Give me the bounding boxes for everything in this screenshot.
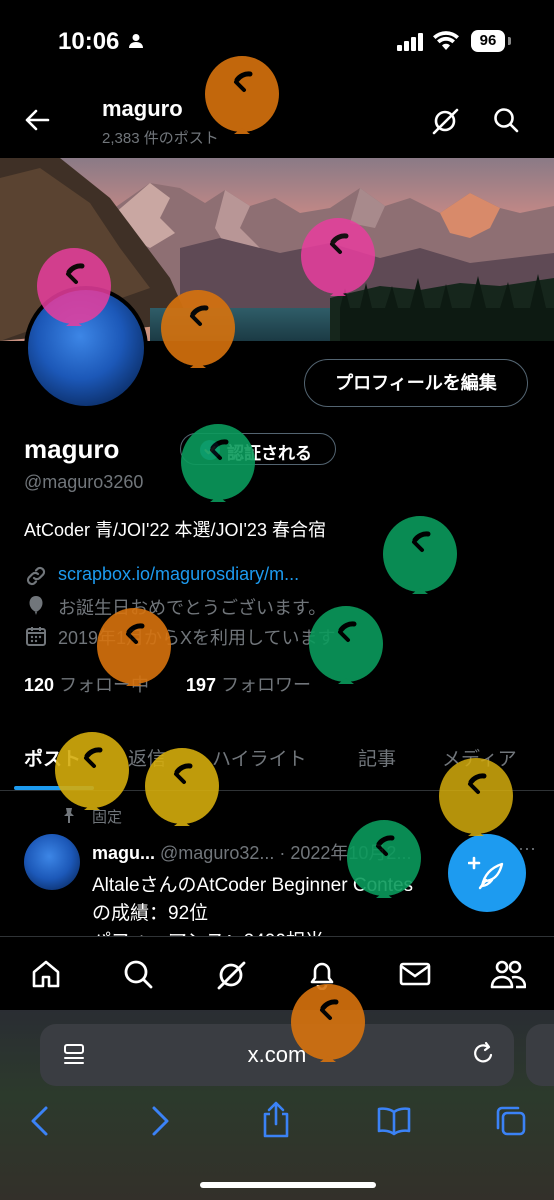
signal-icon: [397, 33, 423, 51]
followers-count: 197: [186, 675, 217, 695]
balloon-decoration: [383, 516, 457, 594]
profile-link[interactable]: scrapbox.io/magurosdiary/m...: [58, 564, 299, 585]
header-post-count: 2,383 件のポスト: [102, 130, 219, 147]
birthday-row: お誕生日おめでとうございます。: [24, 594, 326, 623]
post-text-line: の成績：92位: [92, 903, 209, 924]
search-icon[interactable]: [492, 106, 520, 134]
profile-bio: AtCoder 青/JOI'22 本選/JOI'23 春合宿: [24, 520, 326, 540]
grok-icon[interactable]: [214, 958, 248, 992]
next-tab-peek[interactable]: [526, 1024, 554, 1086]
bookmarks-icon[interactable]: [376, 1106, 412, 1136]
balloon-decoration: [291, 984, 365, 1062]
back-arrow-icon[interactable]: [24, 108, 50, 132]
balloon-decoration: [161, 290, 235, 368]
home-indicator: [200, 1182, 376, 1188]
balloon-decoration: [55, 732, 129, 810]
post-avatar[interactable]: [24, 834, 80, 890]
battery-indicator: 96: [471, 30, 505, 52]
person-icon: [129, 34, 143, 48]
link-icon: [26, 566, 46, 586]
profile-link-row[interactable]: scrapbox.io/magurosdiary/m...: [24, 564, 299, 593]
profile-handle: @maguro3260: [24, 472, 144, 492]
balloon-decoration: [301, 218, 375, 296]
tab-highlights[interactable]: ハイライト: [212, 744, 307, 771]
calendar-icon: [26, 627, 46, 646]
balloon-decoration: [145, 748, 219, 826]
balloon-decoration: [347, 820, 421, 898]
balloon-icon: [29, 596, 43, 615]
joined-row: 2019年1月からXを利用しています: [24, 624, 336, 653]
post-handle: @maguro32...: [160, 843, 275, 863]
tabs-icon[interactable]: [494, 1104, 528, 1138]
people-icon[interactable]: [490, 958, 526, 990]
tab-articles[interactable]: 記事: [358, 744, 396, 771]
battery-cap: [508, 37, 511, 45]
mail-icon[interactable]: [398, 958, 432, 990]
browser-back-icon[interactable]: [28, 1104, 52, 1138]
balloon-decoration: [439, 758, 513, 836]
post-author[interactable]: magu...: [92, 843, 155, 863]
bottom-nav: [0, 936, 554, 1013]
search-icon[interactable]: [122, 958, 154, 990]
edit-profile-button[interactable]: プロフィールを編集: [304, 359, 528, 407]
share-icon[interactable]: [260, 1100, 292, 1140]
wifi-icon: [433, 31, 459, 50]
grok-icon[interactable]: [430, 106, 460, 136]
balloon-decoration: [309, 606, 383, 684]
balloon-decoration: [97, 608, 171, 686]
balloon-decoration: [37, 248, 111, 326]
reload-icon[interactable]: [470, 1040, 496, 1068]
status-time: 10:06: [58, 28, 120, 55]
following-count: 120: [24, 675, 55, 695]
browser-forward-icon[interactable]: [148, 1104, 172, 1138]
followers-label: フォロワー: [221, 675, 312, 695]
compose-feather-icon: [468, 856, 504, 890]
balloon-decoration: [181, 424, 255, 502]
display-name: maguro: [24, 434, 120, 464]
balloon-decoration: [205, 56, 279, 134]
home-icon[interactable]: [30, 958, 62, 990]
url-text[interactable]: x.com: [40, 1042, 514, 1068]
header-title: maguro: [102, 96, 183, 121]
followers-stat[interactable]: 197 フォロワー: [186, 671, 311, 697]
